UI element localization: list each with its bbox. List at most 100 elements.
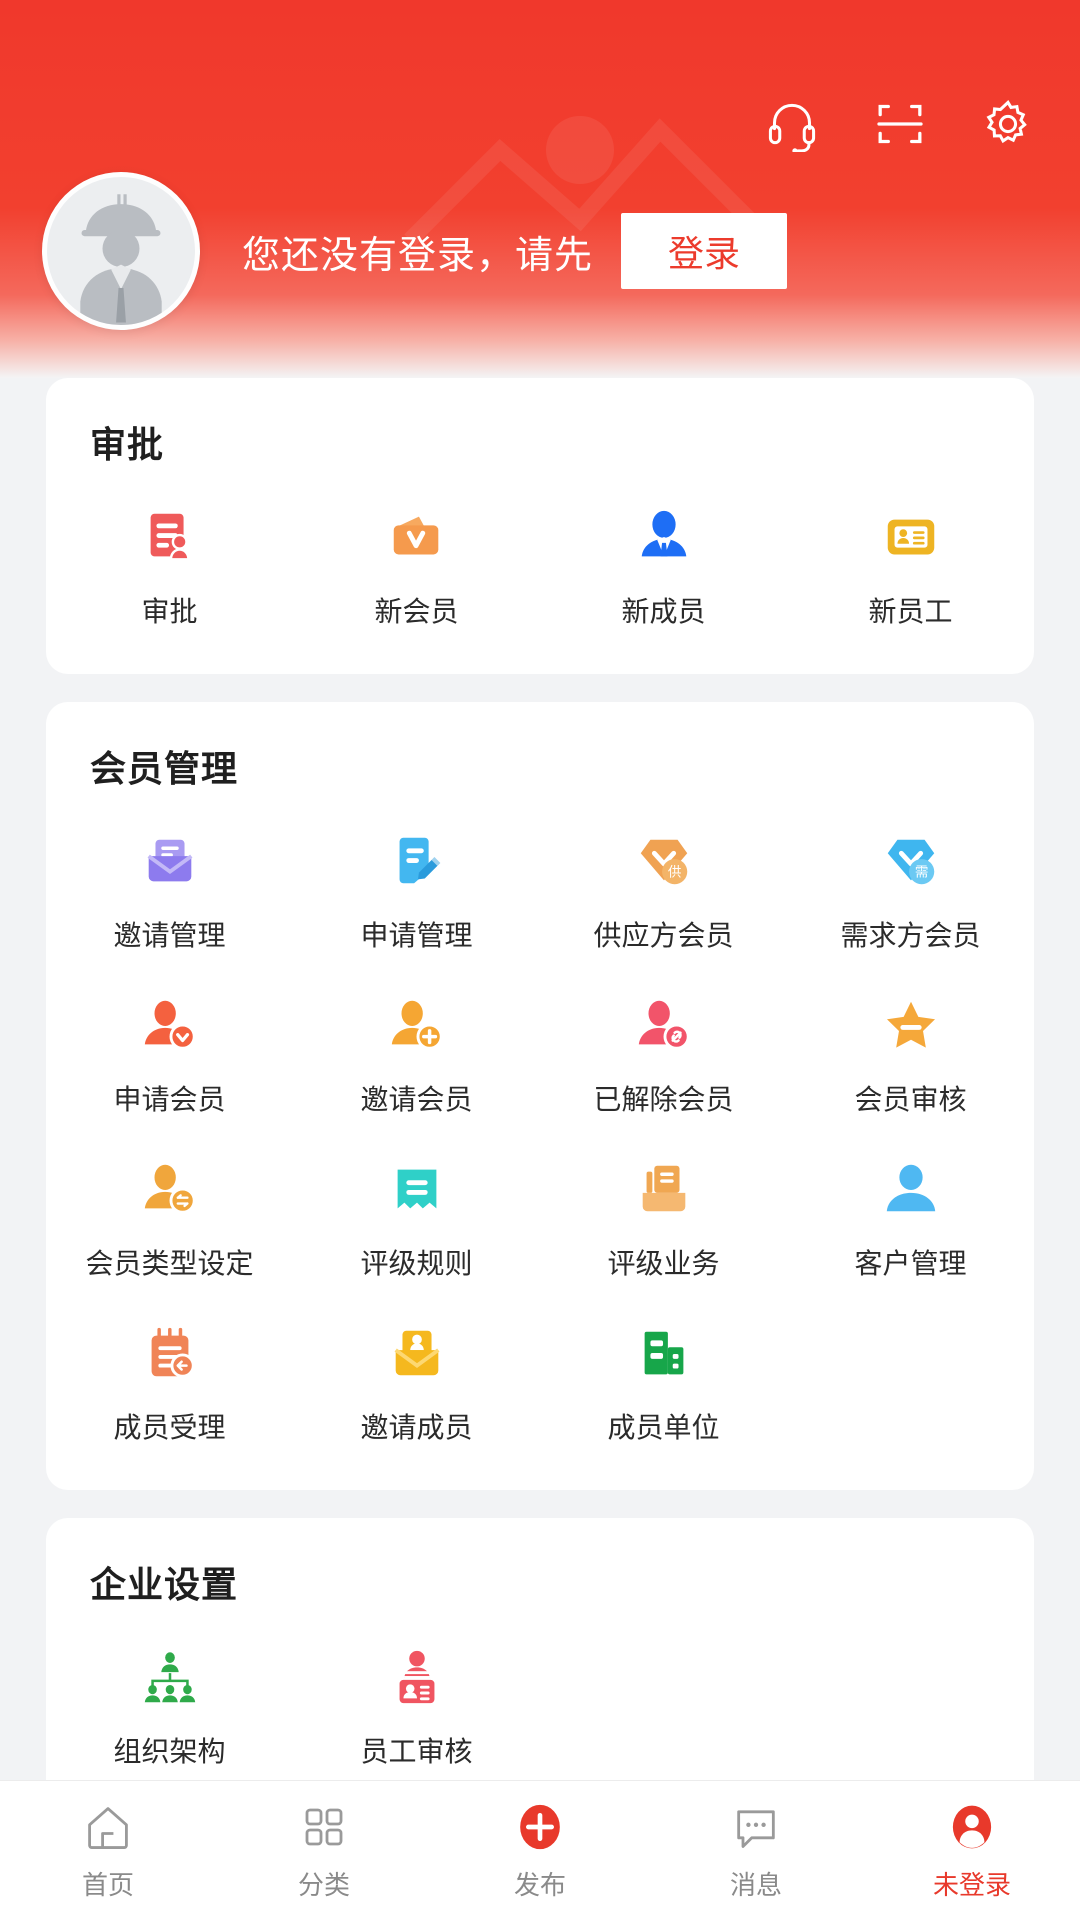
employee-review-badge-icon xyxy=(384,1644,450,1710)
grid-item-apply-manage[interactable]: 申请管理 xyxy=(293,810,540,974)
invite-manage-envelope-icon xyxy=(137,828,203,894)
tab-label: 消息 xyxy=(729,1870,782,1900)
grid-item-label: 组织架构 xyxy=(113,1736,226,1767)
tab-label: 未登录 xyxy=(932,1870,1011,1900)
grid-item-label: 邀请会员 xyxy=(360,1084,473,1115)
svg-text:供: 供 xyxy=(667,865,681,881)
approval-doc-icon xyxy=(137,504,203,570)
grid-item-label: 邀请成员 xyxy=(360,1412,473,1443)
tab-label: 首页 xyxy=(81,1870,134,1900)
grid-item-employee-review[interactable]: 员工审核 xyxy=(293,1626,540,1790)
grid-item-removed-member[interactable]: 已解除会员 xyxy=(540,974,787,1138)
bottom-tab-bar: 首页 分类 发布 消息 未登录 xyxy=(0,1780,1080,1920)
publish-plus-icon xyxy=(512,1799,568,1855)
section-card-member-management: 会员管理 邀请管理 申请管理 供 供应方会员 需 需求方会员 申请会员 邀请会员… xyxy=(46,702,1034,1490)
grid-item-invite-manage[interactable]: 邀请管理 xyxy=(46,810,293,974)
svg-text:需: 需 xyxy=(914,865,928,881)
grid-item-label: 申请管理 xyxy=(360,920,473,951)
new-member-wallet-icon xyxy=(384,504,450,570)
login-button[interactable]: 登录 xyxy=(621,213,788,289)
login-prompt-text: 您还没有登录，请先 xyxy=(242,234,594,277)
grid-item-demander-member[interactable]: 需 需求方会员 xyxy=(787,810,1034,974)
category-grid-icon xyxy=(296,1799,352,1855)
customer-manage-person-icon xyxy=(878,1156,944,1222)
grid-item-label: 需求方会员 xyxy=(840,920,981,951)
grid-item-invite-member[interactable]: 邀请会员 xyxy=(293,974,540,1138)
grid-item-rating-rule[interactable]: 评级规则 xyxy=(293,1138,540,1302)
grid-item-supplier-member[interactable]: 供 供应方会员 xyxy=(540,810,787,974)
headset-icon[interactable] xyxy=(764,96,820,152)
tab-label: 分类 xyxy=(297,1870,350,1900)
avatar[interactable] xyxy=(42,172,200,330)
app-root: 您还没有登录，请先 登录 审批 审批 新会员 新成员 新员工 会员管理 邀请管理… xyxy=(0,0,1080,1920)
grid-item-new-member[interactable]: 新会员 xyxy=(293,486,540,650)
grid-item-label: 评级规则 xyxy=(360,1248,473,1279)
tab-category[interactable]: 分类 xyxy=(216,1799,432,1902)
home-icon xyxy=(80,1799,136,1855)
grid-item-member-type-setting[interactable]: 会员类型设定 xyxy=(46,1138,293,1302)
grid-item-label: 邀请管理 xyxy=(113,920,226,951)
grid-item-label: 客户管理 xyxy=(854,1248,967,1279)
default-user-helmet-icon xyxy=(80,194,162,325)
grid-item-new-employee[interactable]: 新员工 xyxy=(787,486,1034,650)
new-employee-card-icon xyxy=(878,504,944,570)
rating-rule-receipt-icon xyxy=(384,1156,450,1222)
grid-item-label: 申请会员 xyxy=(113,1084,226,1115)
rating-business-tray-icon xyxy=(631,1156,697,1222)
member-accept-note-icon xyxy=(137,1320,203,1386)
grid-item-org-structure[interactable]: 组织架构 xyxy=(46,1626,293,1790)
grid-item-new-staff[interactable]: 新成员 xyxy=(540,486,787,650)
invite-staff-envelope-icon xyxy=(384,1320,450,1386)
account-person-icon xyxy=(944,1799,1000,1855)
member-type-setting-icon xyxy=(137,1156,203,1222)
member-unit-building-icon xyxy=(631,1320,697,1386)
tab-message[interactable]: 消息 xyxy=(648,1799,864,1902)
section-title: 会员管理 xyxy=(90,748,239,789)
grid-item-approval[interactable]: 审批 xyxy=(46,486,293,650)
scan-icon[interactable] xyxy=(872,96,928,152)
grid-item-label: 员工审核 xyxy=(360,1736,473,1767)
grid-item-member-review[interactable]: 会员审核 xyxy=(787,974,1034,1138)
demander-member-icon: 需 xyxy=(878,828,944,894)
supplier-member-icon: 供 xyxy=(631,828,697,894)
tab-publish[interactable]: 发布 xyxy=(432,1799,648,1902)
grid-item-label: 新会员 xyxy=(374,596,459,627)
section-grid: 审批 新会员 新成员 新员工 xyxy=(46,486,1034,650)
invite-member-plus-icon xyxy=(384,992,450,1058)
gear-icon[interactable] xyxy=(980,96,1036,152)
section-grid: 邀请管理 申请管理 供 供应方会员 需 需求方会员 申请会员 邀请会员 已解除会… xyxy=(46,810,1034,1466)
grid-item-member-accept[interactable]: 成员受理 xyxy=(46,1302,293,1466)
apply-manage-edit-icon xyxy=(384,828,450,894)
header: 您还没有登录，请先 登录 xyxy=(0,0,1080,378)
tab-home[interactable]: 首页 xyxy=(0,1799,216,1902)
grid-item-label: 审批 xyxy=(141,596,198,627)
section-card-enterprise-settings: 企业设置 组织架构 员工审核 xyxy=(46,1518,1034,1814)
grid-item-apply-member[interactable]: 申请会员 xyxy=(46,974,293,1138)
new-staff-person-icon xyxy=(631,504,697,570)
tab-account[interactable]: 未登录 xyxy=(864,1799,1080,1902)
grid-item-invite-staff[interactable]: 邀请成员 xyxy=(293,1302,540,1466)
grid-item-label: 会员类型设定 xyxy=(85,1248,254,1279)
grid-item-label: 成员单位 xyxy=(607,1412,720,1443)
org-structure-icon xyxy=(137,1644,203,1710)
section-card-approval: 审批 审批 新会员 新成员 新员工 xyxy=(46,378,1034,674)
grid-item-label: 新成员 xyxy=(621,596,706,627)
grid-item-member-unit[interactable]: 成员单位 xyxy=(540,1302,787,1466)
section-title: 审批 xyxy=(90,424,165,465)
grid-item-label: 会员审核 xyxy=(854,1084,967,1115)
grid-item-label: 评级业务 xyxy=(607,1248,720,1279)
grid-item-label: 成员受理 xyxy=(113,1412,226,1443)
header-actions xyxy=(764,96,1036,152)
section-title: 企业设置 xyxy=(90,1564,239,1605)
grid-item-label: 供应方会员 xyxy=(593,920,734,951)
section-grid: 组织架构 员工审核 xyxy=(46,1626,1034,1790)
grid-item-label: 已解除会员 xyxy=(593,1084,734,1115)
member-review-star-icon xyxy=(878,992,944,1058)
content-scroll[interactable]: 审批 审批 新会员 新成员 新员工 会员管理 邀请管理 申请管理 供 供应方会员… xyxy=(0,378,1080,1920)
grid-item-customer-manage[interactable]: 客户管理 xyxy=(787,1138,1034,1302)
apply-member-check-icon xyxy=(137,992,203,1058)
grid-item-label: 新员工 xyxy=(868,596,953,627)
message-bubble-icon xyxy=(728,1799,784,1855)
grid-item-rating-business[interactable]: 评级业务 xyxy=(540,1138,787,1302)
tab-label: 发布 xyxy=(513,1870,566,1900)
